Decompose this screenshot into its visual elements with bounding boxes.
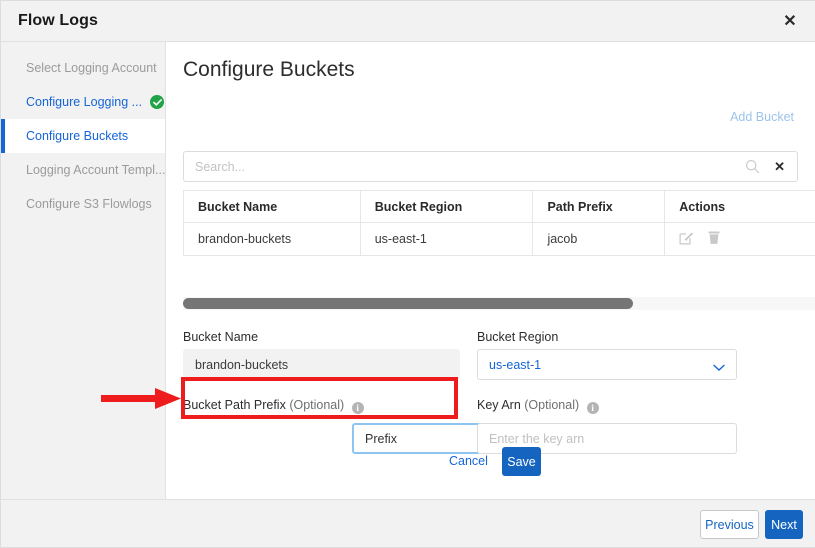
- sidebar-item-select-logging-account[interactable]: Select Logging Account: [1, 51, 165, 85]
- cancel-button[interactable]: Cancel: [449, 454, 488, 468]
- label-bucket-name: Bucket Name: [183, 330, 258, 344]
- label-key-arn: Key Arn (Optional) i: [477, 398, 599, 414]
- save-button[interactable]: Save: [502, 447, 541, 476]
- next-button[interactable]: Next: [765, 510, 803, 539]
- delete-icon[interactable]: [707, 230, 721, 248]
- sidebar-item-label: Configure Buckets: [26, 129, 128, 143]
- label-text: Bucket Path Prefix: [183, 398, 286, 412]
- bucket-name-input[interactable]: [183, 349, 460, 380]
- wizard-sidebar: Select Logging Account Configure Logging…: [1, 42, 166, 500]
- column-header-bucket-region: Bucket Region: [361, 191, 534, 223]
- main-panel: Configure Buckets Add Bucket ✕ Bucket Na…: [167, 42, 815, 500]
- sidebar-item-configure-logging[interactable]: Configure Logging ...: [1, 85, 165, 119]
- search-bar: ✕: [183, 151, 798, 182]
- cell-bucket-region: us-east-1: [361, 223, 534, 256]
- edit-icon[interactable]: [679, 230, 694, 248]
- sidebar-item-label: Logging Account Templ...: [26, 163, 165, 177]
- search-input[interactable]: [195, 152, 725, 181]
- page-title: Configure Buckets: [183, 58, 355, 82]
- check-circle-icon: [150, 95, 164, 109]
- label-optional: (Optional): [524, 398, 579, 412]
- dialog-titlebar: Flow Logs ✕: [1, 1, 815, 42]
- info-icon[interactable]: i: [587, 402, 599, 414]
- previous-button[interactable]: Previous: [700, 510, 759, 539]
- sidebar-item-label: Select Logging Account: [26, 61, 157, 75]
- bucket-region-select[interactable]: us-east-1: [477, 349, 737, 380]
- cell-actions: [665, 223, 815, 256]
- dialog-title: Flow Logs: [18, 12, 98, 30]
- label-bucket-path-prefix: Bucket Path Prefix (Optional) i: [183, 398, 364, 414]
- info-icon[interactable]: i: [352, 402, 364, 414]
- chevron-down-icon: [713, 361, 725, 375]
- sidebar-item-configure-s3-flowlogs[interactable]: Configure S3 Flowlogs: [1, 187, 165, 221]
- table-horizontal-scrollbar[interactable]: [183, 297, 815, 310]
- add-bucket-button[interactable]: Add Bucket: [730, 110, 794, 124]
- sidebar-item-label: Configure S3 Flowlogs: [26, 197, 152, 211]
- wizard-footer: Previous Next: [1, 499, 815, 547]
- clear-search-icon[interactable]: ✕: [774, 158, 785, 175]
- table-header-row: Bucket Name Bucket Region Path Prefix Ac…: [184, 191, 815, 223]
- sidebar-item-logging-account-template[interactable]: Logging Account Templ...: [1, 153, 165, 187]
- column-header-actions: Actions: [665, 191, 815, 223]
- sidebar-item-label: Configure Logging ...: [26, 95, 142, 109]
- column-header-path-prefix: Path Prefix: [533, 191, 665, 223]
- sidebar-item-configure-buckets[interactable]: Configure Buckets: [1, 119, 165, 153]
- scrollbar-thumb[interactable]: [183, 298, 633, 309]
- cell-bucket-name: brandon-buckets: [184, 223, 361, 256]
- label-text: Key Arn: [477, 398, 521, 412]
- buckets-table: Bucket Name Bucket Region Path Prefix Ac…: [183, 190, 815, 256]
- cell-path-prefix: jacob: [533, 223, 665, 256]
- label-optional: (Optional): [289, 398, 344, 412]
- flow-logs-dialog: Flow Logs ✕ Select Logging Account Confi…: [0, 0, 815, 548]
- label-bucket-region: Bucket Region: [477, 330, 558, 344]
- column-header-bucket-name: Bucket Name: [184, 191, 361, 223]
- table-row[interactable]: brandon-buckets us-east-1 jacob: [184, 223, 815, 256]
- search-icon[interactable]: [745, 159, 760, 174]
- close-icon[interactable]: ✕: [780, 12, 800, 32]
- bucket-region-value: us-east-1: [489, 358, 541, 372]
